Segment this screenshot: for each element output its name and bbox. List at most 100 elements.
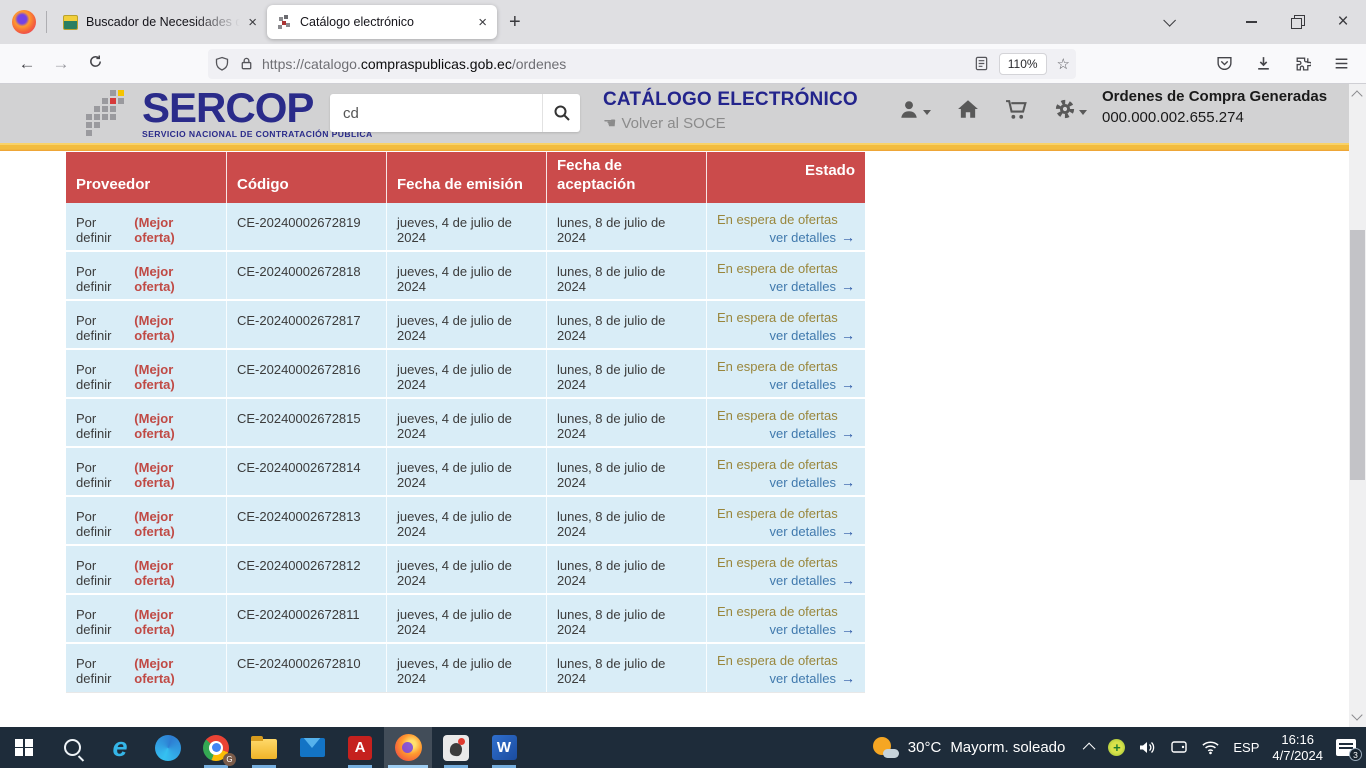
table-row: Por definir (Mejor oferta) CE-2024000267…	[66, 448, 865, 497]
url-bar[interactable]: https://catalogo.compraspublicas.gob.ec/…	[208, 49, 1076, 79]
view-details-link[interactable]: ver detalles →	[770, 475, 855, 490]
provider-text: Por definir	[76, 215, 134, 250]
close-tab-icon[interactable]: ×	[248, 15, 257, 30]
keyboard-language-indicator[interactable]: ESP	[1233, 740, 1259, 755]
close-window-button[interactable]: ×	[1320, 0, 1366, 44]
taskbar-icon-mail[interactable]	[288, 727, 336, 768]
page-content: Proveedor Código Fecha de emisión Fecha …	[0, 151, 1349, 727]
weather-widget[interactable]: 30°C Mayorm. soleado	[865, 737, 1074, 759]
view-details-link[interactable]: ver detalles →	[770, 671, 855, 686]
view-details-link[interactable]: ver detalles →	[770, 573, 855, 588]
reload-button[interactable]	[78, 54, 112, 74]
taskbar-icon-word[interactable]: W	[480, 727, 528, 768]
best-offer-label: (Mejor oferta)	[134, 215, 216, 250]
search-button[interactable]	[542, 94, 580, 132]
provider-text: Por definir	[76, 558, 134, 593]
taskbar-icon-firefox[interactable]	[384, 727, 432, 768]
user-icon	[898, 98, 920, 120]
column-header-estado: Estado	[707, 152, 865, 203]
view-details-link[interactable]: ver detalles →	[770, 328, 855, 343]
status-text: En espera de ofertas	[717, 457, 855, 472]
new-tab-button[interactable]: +	[509, 11, 521, 34]
lock-icon[interactable]	[239, 56, 254, 71]
issue-date: jueves, 4 de julio de 2024	[387, 644, 547, 692]
restore-button[interactable]	[1274, 0, 1320, 44]
search-icon	[553, 104, 571, 122]
weather-description: Mayorm. soleado	[950, 739, 1065, 756]
menu-hamburger-icon[interactable]	[1333, 55, 1350, 72]
taskbar-icon-edge[interactable]	[144, 727, 192, 768]
page-title: CATÁLOGO ELECTRÓNICO	[603, 89, 858, 111]
acceptance-date: lunes, 8 de julio de 2024	[547, 399, 707, 446]
start-button[interactable]	[0, 727, 48, 768]
user-menu-button[interactable]	[898, 98, 931, 120]
view-details-link[interactable]: ver detalles →	[770, 279, 855, 294]
taskbar-icon-internet-explorer[interactable]: e	[96, 727, 144, 768]
table-row: Por definir (Mejor oferta) CE-2024000267…	[66, 644, 865, 693]
tracking-shield-icon[interactable]	[214, 56, 230, 72]
scroll-down-icon[interactable]	[1351, 709, 1362, 720]
page-scrollbar[interactable]	[1349, 84, 1366, 727]
view-details-link[interactable]: ver detalles →	[770, 377, 855, 392]
tab-catalogo-electronico[interactable]: Catálogo electrónico ×	[267, 5, 497, 39]
acceptance-date: lunes, 8 de julio de 2024	[547, 448, 707, 495]
pocket-icon[interactable]	[1216, 55, 1233, 72]
status-cell: En espera de ofertas ver detalles →	[707, 350, 865, 397]
taskbar-icon-acrobat[interactable]: A	[336, 727, 384, 768]
volume-icon[interactable]	[1138, 739, 1157, 756]
scroll-up-icon[interactable]	[1351, 90, 1362, 101]
column-header-fecha-emision: Fecha de emisión	[387, 152, 547, 203]
notification-center-icon[interactable]: 3	[1336, 739, 1356, 756]
bookmark-star-icon[interactable]: ☆	[1057, 55, 1070, 73]
table-row: Por definir (Mejor oferta) CE-2024000267…	[66, 595, 865, 644]
browser-navbar: ← → https://catalogo.compraspublicas.gob…	[0, 44, 1366, 84]
minimize-button[interactable]	[1228, 0, 1274, 44]
status-text: En espera de ofertas	[717, 261, 855, 276]
provider-text: Por definir	[76, 362, 134, 397]
settings-menu-button[interactable]	[1054, 98, 1087, 120]
catalog-search-box[interactable]	[330, 94, 580, 132]
tray-chevron-up-icon[interactable]	[1083, 743, 1096, 756]
cart-icon	[1005, 99, 1028, 120]
tab-title: Buscador de Necesidades de Co	[86, 15, 240, 29]
scrollbar-thumb[interactable]	[1350, 230, 1365, 480]
back-to-soce-link[interactable]: ☚ Volver al SOCE	[603, 114, 858, 132]
view-details-link[interactable]: ver detalles →	[770, 524, 855, 539]
back-button[interactable]: ←	[10, 54, 44, 74]
clock[interactable]: 16:16 4/7/2024	[1272, 732, 1323, 764]
taskbar-icon-file-explorer[interactable]	[240, 727, 288, 768]
antivirus-tray-icon[interactable]	[1108, 739, 1125, 756]
extensions-puzzle-icon[interactable]	[1294, 55, 1311, 72]
reader-mode-icon[interactable]	[974, 56, 989, 71]
sercop-pixel-icon	[277, 15, 292, 30]
arrow-right-icon: →	[841, 230, 855, 245]
cart-button[interactable]	[1005, 99, 1028, 120]
tab-separator	[46, 11, 47, 33]
forward-button[interactable]: →	[44, 54, 78, 74]
list-tabs-button[interactable]	[1144, 0, 1190, 44]
url-text[interactable]: https://catalogo.compraspublicas.gob.ec/…	[262, 56, 966, 72]
java-app-icon	[443, 735, 469, 761]
home-button[interactable]	[957, 99, 979, 119]
taskbar-search-button[interactable]	[48, 727, 96, 768]
display-connect-icon[interactable]	[1170, 740, 1188, 756]
edge-icon	[155, 735, 181, 761]
zoom-level-indicator[interactable]: 110%	[999, 53, 1047, 75]
best-offer-label: (Mejor oferta)	[134, 313, 216, 348]
time: 16:16	[1272, 732, 1323, 748]
search-input[interactable]	[330, 105, 542, 122]
tab-buscador-necesidades[interactable]: Buscador de Necesidades de Co ×	[53, 5, 267, 39]
minimize-icon	[1246, 21, 1257, 23]
view-details-link[interactable]: ver detalles →	[770, 230, 855, 245]
downloads-icon[interactable]	[1255, 55, 1272, 72]
taskbar-icon-java-app[interactable]	[432, 727, 480, 768]
view-details-link[interactable]: ver detalles →	[770, 622, 855, 637]
acceptance-date: lunes, 8 de julio de 2024	[547, 644, 707, 692]
chrome-profile-badge: G	[223, 753, 236, 766]
status-text: En espera de ofertas	[717, 408, 855, 423]
close-tab-icon[interactable]: ×	[478, 15, 487, 30]
acceptance-date: lunes, 8 de julio de 2024	[547, 350, 707, 397]
wifi-icon[interactable]	[1201, 740, 1220, 755]
taskbar-icon-chrome[interactable]: G	[192, 727, 240, 768]
view-details-link[interactable]: ver detalles →	[770, 426, 855, 441]
